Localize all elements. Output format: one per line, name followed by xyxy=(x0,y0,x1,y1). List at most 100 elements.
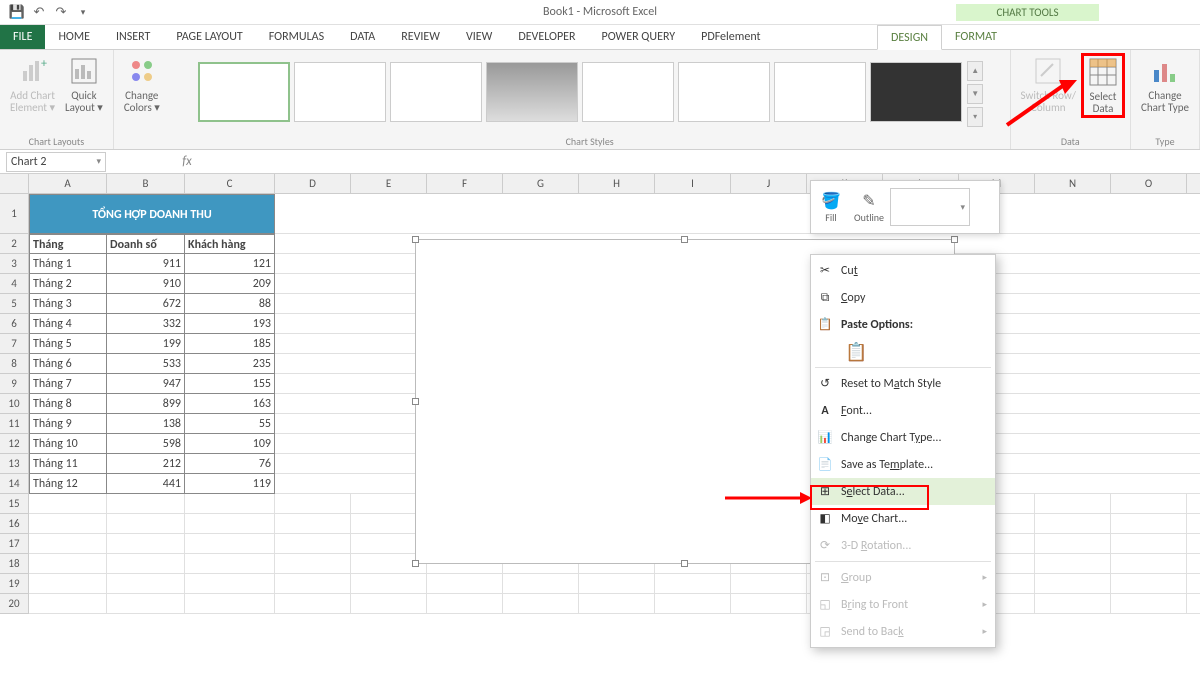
cell-c12[interactable]: 109 xyxy=(185,434,275,454)
tab-power-query[interactable]: POWER QUERY xyxy=(589,25,689,49)
ctx-move-chart[interactable]: ◧Move Chart... xyxy=(811,505,995,532)
col-header-P[interactable]: P xyxy=(1187,174,1200,194)
worksheet-grid[interactable]: ABCDEFGHIJKLMNOP 12345678910111213141516… xyxy=(0,174,1200,674)
col-header-A[interactable]: A xyxy=(29,174,107,194)
cell-b11[interactable]: 138 xyxy=(107,414,185,434)
chart-style-2[interactable] xyxy=(294,62,386,122)
ctx-change-chart-type[interactable]: 📊Change Chart Type... xyxy=(811,424,995,451)
col-header-O[interactable]: O xyxy=(1111,174,1187,194)
chart-style-7[interactable] xyxy=(774,62,866,122)
row-header-7[interactable]: 7 xyxy=(0,334,29,354)
fx-icon[interactable]: fx xyxy=(176,154,198,169)
cell-c10[interactable]: 163 xyxy=(185,394,275,414)
undo-icon[interactable]: ↶ xyxy=(30,3,48,21)
ctx-save-template[interactable]: 📄Save as Template... xyxy=(811,451,995,478)
row-header-16[interactable]: 16 xyxy=(0,514,29,534)
switch-row-column-button[interactable]: Switch Row/ Column xyxy=(1016,53,1081,116)
tab-insert[interactable]: INSERT xyxy=(103,25,163,49)
tab-format[interactable]: FORMAT xyxy=(942,25,1010,49)
chart-style-1[interactable] xyxy=(198,62,290,122)
cell-b12[interactable]: 598 xyxy=(107,434,185,454)
row-header-13[interactable]: 13 xyxy=(0,454,29,474)
row-header-15[interactable]: 15 xyxy=(0,494,29,514)
redo-icon[interactable]: ↷ xyxy=(52,3,70,21)
col-header-J[interactable]: J xyxy=(731,174,807,194)
cell-c13[interactable]: 76 xyxy=(185,454,275,474)
style-scroll-up[interactable]: ▲ xyxy=(967,61,983,81)
cell-a13[interactable]: Tháng 11 xyxy=(29,454,107,474)
cell-b10[interactable]: 899 xyxy=(107,394,185,414)
row-header-17[interactable]: 17 xyxy=(0,534,29,554)
cell-a11[interactable]: Tháng 9 xyxy=(29,414,107,434)
tab-developer[interactable]: DEVELOPER xyxy=(505,25,588,49)
cell-c8[interactable]: 235 xyxy=(185,354,275,374)
chart-style-4[interactable] xyxy=(486,62,578,122)
cell-c4[interactable]: 209 xyxy=(185,274,275,294)
col-header-N[interactable]: N xyxy=(1035,174,1111,194)
ctx-reset-match-style[interactable]: ↺Reset to Match Style xyxy=(811,370,995,397)
col-header-H[interactable]: H xyxy=(579,174,655,194)
cell-a7[interactable]: Tháng 5 xyxy=(29,334,107,354)
cell-c9[interactable]: 155 xyxy=(185,374,275,394)
cell-a5[interactable]: Tháng 3 xyxy=(29,294,107,314)
tab-review[interactable]: REVIEW xyxy=(388,25,453,49)
tab-file[interactable]: FILE xyxy=(0,25,45,49)
ctx-select-data[interactable]: ⊞Select Data... xyxy=(811,478,995,505)
cell-c14[interactable]: 119 xyxy=(185,474,275,494)
change-colors-button[interactable]: Change Colors ▾ xyxy=(119,53,165,116)
tab-design[interactable]: DESIGN xyxy=(877,25,942,50)
cell-b13[interactable]: 212 xyxy=(107,454,185,474)
cell-c6[interactable]: 193 xyxy=(185,314,275,334)
col-header-E[interactable]: E xyxy=(351,174,427,194)
outline-button[interactable]: ✎ Outline xyxy=(852,191,886,224)
chart-style-8[interactable] xyxy=(870,62,962,122)
row-header-10[interactable]: 10 xyxy=(0,394,29,414)
row-header-8[interactable]: 8 xyxy=(0,354,29,374)
cell-c11[interactable]: 55 xyxy=(185,414,275,434)
row-header-3[interactable]: 3 xyxy=(0,254,29,274)
cell-a14[interactable]: Tháng 12 xyxy=(29,474,107,494)
style-gallery-expand[interactable]: ▾ xyxy=(967,107,983,127)
col-header-F[interactable]: F xyxy=(427,174,503,194)
cell-b5[interactable]: 672 xyxy=(107,294,185,314)
cell-a9[interactable]: Tháng 7 xyxy=(29,374,107,394)
cell-b3[interactable]: 911 xyxy=(107,254,185,274)
select-all-corner[interactable] xyxy=(0,174,29,194)
name-box[interactable]: Chart 2▾ xyxy=(6,152,106,172)
header-doanhso[interactable]: Doanh số xyxy=(107,234,185,254)
row-header-11[interactable]: 11 xyxy=(0,414,29,434)
tab-formulas[interactable]: FORMULAS xyxy=(256,25,337,49)
ctx-paste-option-icon[interactable]: 📋 xyxy=(811,338,995,365)
ctx-font[interactable]: AFont... xyxy=(811,397,995,424)
save-icon[interactable]: 💾 xyxy=(8,3,26,21)
row-header-2[interactable]: 2 xyxy=(0,234,29,254)
quick-layout-button[interactable]: Quick Layout ▾ xyxy=(60,53,108,116)
col-header-B[interactable]: B xyxy=(107,174,185,194)
cell-a10[interactable]: Tháng 8 xyxy=(29,394,107,414)
col-header-I[interactable]: I xyxy=(655,174,731,194)
formula-bar[interactable] xyxy=(198,152,1200,172)
cell-b7[interactable]: 199 xyxy=(107,334,185,354)
row-header-1[interactable]: 1 xyxy=(0,194,29,234)
fill-button[interactable]: 🪣 Fill xyxy=(814,191,848,224)
cell-b14[interactable]: 441 xyxy=(107,474,185,494)
chart-style-6[interactable] xyxy=(678,62,770,122)
ctx-copy[interactable]: ⧉Copy xyxy=(811,284,995,311)
change-chart-type-button[interactable]: Change Chart Type xyxy=(1136,53,1194,116)
row-header-19[interactable]: 19 xyxy=(0,574,29,594)
header-khachhang[interactable]: Khách hàng xyxy=(185,234,275,254)
ctx-cut[interactable]: ✂Cut xyxy=(811,257,995,284)
row-header-9[interactable]: 9 xyxy=(0,374,29,394)
cell-a6[interactable]: Tháng 4 xyxy=(29,314,107,334)
tab-page-layout[interactable]: PAGE LAYOUT xyxy=(163,25,255,49)
select-data-button[interactable]: Select Data xyxy=(1081,53,1125,118)
cell-b9[interactable]: 947 xyxy=(107,374,185,394)
row-header-20[interactable]: 20 xyxy=(0,594,29,614)
namebox-dropdown-icon[interactable]: ▾ xyxy=(96,156,101,167)
add-chart-element-button[interactable]: + Add Chart Element ▾ xyxy=(5,53,60,116)
cell-b4[interactable]: 910 xyxy=(107,274,185,294)
col-header-D[interactable]: D xyxy=(275,174,351,194)
chart-style-3[interactable] xyxy=(390,62,482,122)
qat-dropdown-icon[interactable]: ▾ xyxy=(74,3,92,21)
row-header-12[interactable]: 12 xyxy=(0,434,29,454)
